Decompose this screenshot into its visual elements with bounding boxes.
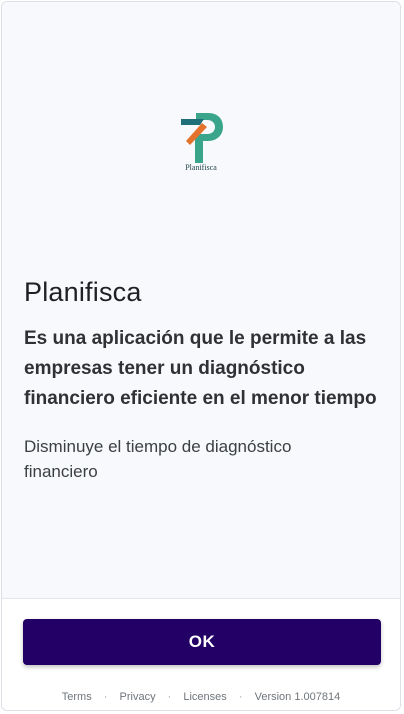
terms-link[interactable]: Terms xyxy=(62,691,92,703)
footer-separator: · xyxy=(238,691,243,703)
planifisca-logo-icon xyxy=(181,113,223,163)
ok-button[interactable]: OK xyxy=(23,619,381,665)
footer-links: Terms · Privacy · Licenses · Version 1.0… xyxy=(2,691,400,703)
licenses-link[interactable]: Licenses xyxy=(183,691,226,703)
content-area: Planifisca Planifisca Es una aplicación … xyxy=(2,2,400,598)
app-subtitle: Es una aplicación que le permite a las e… xyxy=(24,328,377,409)
app-description: Disminuye el tiempo de diagnóstico finan… xyxy=(24,437,292,481)
privacy-link[interactable]: Privacy xyxy=(120,691,156,703)
app-window: Planifisca Planifisca Es una aplicación … xyxy=(1,1,401,711)
version-label: Version 1.007814 xyxy=(254,691,341,703)
logo-wordmark: Planifisca xyxy=(185,163,217,172)
footer-separator: · xyxy=(167,691,172,703)
page-title: Planifisca xyxy=(24,277,142,307)
app-logo: Planifisca xyxy=(171,107,231,182)
footer-separator: · xyxy=(103,691,108,703)
bottom-bar: OK Terms · Privacy · Licenses · Version … xyxy=(2,598,400,710)
